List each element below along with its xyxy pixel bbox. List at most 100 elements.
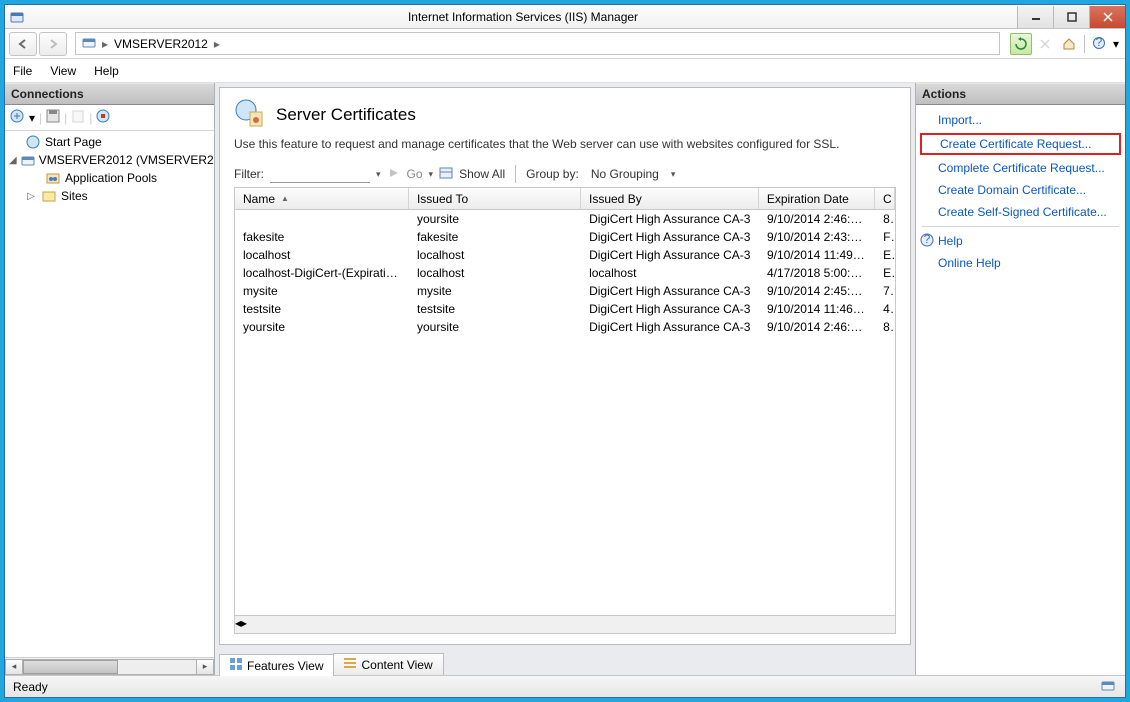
connections-panel: Connections ▾ | | | Start Page ◢	[5, 83, 215, 675]
filter-bar: Filter: ▾ Go ▾ Show All Group by: No Gro…	[220, 161, 910, 187]
action-complete-certificate-request[interactable]: Complete Certificate Request...	[916, 157, 1125, 179]
address-bar[interactable]: ▸ VMSERVER2012 ▸	[75, 32, 1000, 55]
col-expiration[interactable]: Expiration Date	[759, 188, 875, 209]
action-create-domain-certificate[interactable]: Create Domain Certificate...	[916, 179, 1125, 201]
table-row[interactable]: localhost-DigiCert-(Expiration ...localh…	[235, 264, 895, 282]
actions-panel: Actions Import... Create Certificate Req…	[915, 83, 1125, 675]
home-button[interactable]	[1058, 33, 1080, 55]
maximize-button[interactable]	[1053, 6, 1089, 28]
tab-content-view[interactable]: Content View	[333, 653, 443, 675]
tree-sites[interactable]: ▷ Sites	[7, 187, 214, 205]
tree-app-pools[interactable]: Application Pools	[7, 169, 214, 187]
help-dropdown-button[interactable]: ?	[1089, 33, 1111, 55]
menu-help[interactable]: Help	[94, 64, 119, 78]
tree-label: Start Page	[45, 135, 102, 149]
cell-name: testsite	[235, 302, 409, 316]
cell-issued-to: testsite	[409, 302, 581, 316]
cell-name: yoursite	[235, 320, 409, 334]
cell-issued-to: mysite	[409, 284, 581, 298]
table-row[interactable]: fakesitefakesiteDigiCert High Assurance …	[235, 228, 895, 246]
separator	[515, 165, 516, 183]
connections-tree: Start Page ◢ VMSERVER2012 (VMSERVER20 Ap…	[5, 131, 214, 657]
chevron-down-icon: ▾	[376, 169, 381, 180]
save-icon[interactable]	[46, 109, 60, 126]
window-title: Internet Information Services (IIS) Mana…	[29, 10, 1017, 24]
nav-forward-button[interactable]	[39, 32, 67, 56]
tree-label: VMSERVER2012 (VMSERVER20	[39, 153, 214, 167]
col-name[interactable]: Name▲	[235, 188, 409, 209]
go-label[interactable]: Go	[407, 167, 423, 181]
scroll-right-icon[interactable]: ▸	[241, 616, 247, 633]
filter-input[interactable]	[270, 165, 370, 183]
minimize-button[interactable]	[1017, 6, 1053, 28]
stop-conn-icon[interactable]	[96, 109, 110, 126]
cell-issued-by: DigiCert High Assurance CA-3	[581, 320, 759, 334]
cell-expiration: 9/10/2014 11:49:00...	[759, 248, 875, 262]
cell-expiration: 9/10/2014 2:46:00 ...	[759, 212, 875, 226]
connections-header: Connections	[5, 83, 214, 105]
stop-button[interactable]	[1034, 33, 1056, 55]
connections-hscroll[interactable]: ◂ ▸	[5, 657, 214, 675]
show-all-label[interactable]: Show All	[459, 167, 505, 181]
grid-header: Name▲ Issued To Issued By Expiration Dat…	[235, 188, 895, 210]
group-by-label: Group by:	[526, 167, 579, 181]
tree-server[interactable]: ◢ VMSERVER2012 (VMSERVER20	[7, 151, 214, 169]
grid-body[interactable]: yoursiteDigiCert High Assurance CA-39/10…	[235, 210, 895, 615]
action-create-certificate-request[interactable]: Create Certificate Request...	[920, 133, 1121, 155]
cell-issued-to: yoursite	[409, 320, 581, 334]
cell-issued-by: DigiCert High Assurance CA-3	[581, 212, 759, 226]
table-row[interactable]: yoursiteDigiCert High Assurance CA-39/10…	[235, 210, 895, 228]
status-config-icon[interactable]	[1101, 678, 1117, 695]
action-create-self-signed-certificate[interactable]: Create Self-Signed Certificate...	[916, 201, 1125, 223]
tree-label: Sites	[61, 189, 88, 203]
table-row[interactable]: mysitemysiteDigiCert High Assurance CA-3…	[235, 282, 895, 300]
grid-hscroll[interactable]: ◂ ▸	[235, 615, 895, 633]
tab-features-view[interactable]: Features View	[219, 654, 334, 676]
menu-view[interactable]: View	[50, 64, 76, 78]
tree-start-page[interactable]: Start Page	[7, 133, 214, 151]
menu-bar: File View Help	[5, 59, 1125, 83]
cell-expiration: 4/17/2018 5:00:00 ...	[759, 266, 875, 280]
collapse-icon[interactable]: ◢	[9, 155, 17, 166]
server-tree-icon	[21, 152, 35, 168]
clipboard-icon[interactable]	[71, 109, 85, 126]
scroll-thumb[interactable]	[23, 660, 118, 674]
menu-file[interactable]: File	[13, 64, 32, 78]
help-icon: ?	[920, 233, 934, 247]
features-view-icon	[230, 658, 242, 673]
go-icon[interactable]	[387, 166, 401, 183]
nav-back-button[interactable]	[9, 32, 37, 56]
cell-issued-by: DigiCert High Assurance CA-3	[581, 230, 759, 244]
cell-issued-by: localhost	[581, 266, 759, 280]
action-online-help[interactable]: Online Help	[916, 252, 1125, 274]
status-bar: Ready	[5, 675, 1125, 697]
col-issued-by[interactable]: Issued By	[581, 188, 759, 209]
app-icon	[5, 10, 29, 24]
scroll-right-icon[interactable]: ▸	[196, 659, 214, 675]
cell-issued-to: yoursite	[409, 212, 581, 226]
close-button[interactable]	[1089, 6, 1125, 28]
table-row[interactable]: yoursiteyoursiteDigiCert High Assurance …	[235, 318, 895, 336]
breadcrumb-separator-icon: ▸	[102, 37, 108, 51]
cell-hash: 7	[875, 284, 895, 298]
col-hash[interactable]: C	[875, 188, 895, 209]
table-row[interactable]: testsitetestsiteDigiCert High Assurance …	[235, 300, 895, 318]
scroll-track[interactable]	[23, 659, 196, 675]
nav-bar: ▸ VMSERVER2012 ▸ ? ▾	[5, 29, 1125, 59]
show-all-icon[interactable]	[439, 166, 453, 183]
connect-icon[interactable]	[9, 108, 25, 127]
cell-name: fakesite	[235, 230, 409, 244]
cell-issued-by: DigiCert High Assurance CA-3	[581, 302, 759, 316]
breadcrumb-server[interactable]: VMSERVER2012	[114, 37, 208, 51]
table-row[interactable]: localhostlocalhostDigiCert High Assuranc…	[235, 246, 895, 264]
svg-text:?: ?	[924, 233, 931, 246]
app-window: Internet Information Services (IIS) Mana…	[4, 4, 1126, 698]
action-import[interactable]: Import...	[916, 109, 1125, 131]
action-help[interactable]: ? Help	[916, 230, 1125, 252]
expand-icon[interactable]: ▷	[25, 191, 37, 202]
col-issued-to[interactable]: Issued To	[409, 188, 581, 209]
chevron-down-icon: ▾	[429, 169, 434, 180]
scroll-left-icon[interactable]: ◂	[5, 659, 23, 675]
refresh-button[interactable]	[1010, 33, 1032, 55]
group-by-value[interactable]: No Grouping	[585, 167, 665, 181]
